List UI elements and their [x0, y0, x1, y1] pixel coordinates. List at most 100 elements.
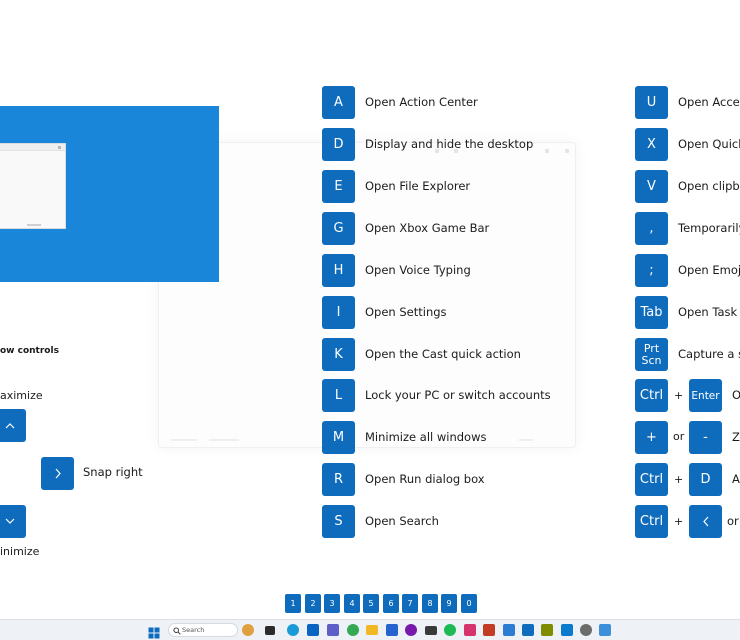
key-enter: Enter — [689, 379, 722, 412]
key-r: R — [322, 463, 355, 496]
plus-operator: + — [674, 473, 684, 486]
key-prtscn-line2: Scn — [641, 353, 662, 367]
close-icon — [58, 146, 61, 149]
key-ctrl: Ctrl — [635, 379, 668, 412]
number-key: 9 — [441, 594, 457, 613]
number-key: 6 — [383, 594, 399, 613]
window-footer-text — [209, 439, 239, 441]
shortcut-label: Open Quick L — [678, 137, 740, 151]
window-footer-text — [171, 439, 197, 441]
paint-icon[interactable] — [483, 624, 495, 636]
key-u: U — [635, 86, 668, 119]
chevron-right-icon — [55, 468, 61, 479]
vscode-icon[interactable] — [561, 624, 573, 636]
taskbar: Search — [0, 619, 740, 640]
number-key: 0 — [461, 594, 477, 613]
shortcut-label: Open Run dialog box — [365, 472, 485, 486]
number-key: 4 — [344, 594, 360, 613]
key-prtscn-line1: Prt — [643, 341, 660, 355]
shortcut-label: Minimize all windows — [365, 430, 487, 444]
shortcut-label: Open Action Center — [365, 95, 478, 109]
number-key: 3 — [324, 594, 340, 613]
cube-icon[interactable] — [541, 624, 553, 636]
left-arrow-key — [689, 505, 722, 538]
search-label: Search — [182, 626, 205, 634]
shortcut-label: Open Search — [365, 514, 439, 528]
settings-icon[interactable] — [580, 624, 592, 636]
window-footer-text — [519, 439, 533, 441]
key-a: A — [322, 86, 355, 119]
shortcut-label: Open Task vi — [678, 305, 740, 319]
key-ctrl: Ctrl — [635, 505, 668, 538]
shortcut-label: Open Access — [678, 95, 740, 109]
dev-icon[interactable] — [522, 624, 534, 636]
key-g: G — [322, 212, 355, 245]
shortcut-label: Open clipboa — [678, 179, 740, 193]
key-d: D — [322, 128, 355, 161]
right-arrow-key — [41, 457, 74, 490]
number-key: 2 — [305, 594, 321, 613]
key-comma: , — [635, 212, 668, 245]
chrome-icon[interactable] — [347, 624, 359, 636]
file-explorer-icon[interactable] — [366, 625, 378, 635]
chevron-left-icon — [703, 516, 709, 527]
number-key: 5 — [363, 594, 379, 613]
shortcut-label: Temporarily p — [678, 221, 740, 235]
shortcut-label: Open the Cast quick action — [365, 347, 521, 361]
spotify-icon[interactable] — [444, 624, 456, 636]
key-semicolon: ; — [635, 254, 668, 287]
number-key: 7 — [402, 594, 418, 613]
key-k: K — [322, 338, 355, 371]
maximize-label: aximize — [0, 389, 43, 402]
window-controls-title: ow controls — [0, 346, 59, 356]
key-l: L — [322, 379, 355, 412]
teams-icon[interactable] — [327, 624, 339, 636]
taskbar-search-box[interactable]: Search — [168, 623, 238, 637]
shortcut-label: Open Emoji p — [678, 263, 740, 277]
store-icon[interactable] — [503, 624, 515, 636]
key-prtscn: Prt Scn — [635, 338, 668, 371]
shortcut-label: or — [727, 514, 739, 528]
number-key: 8 — [422, 594, 438, 613]
shortcut-label: Open File Explorer — [365, 179, 471, 193]
shortcut-label: Zo — [732, 430, 740, 444]
plus-operator: + — [674, 515, 684, 528]
widgets-icon[interactable] — [242, 624, 254, 636]
window-titlebar — [0, 144, 65, 151]
windows-start-icon[interactable] — [148, 624, 160, 639]
window-footer-text — [27, 224, 41, 226]
shortcut-label: O — [732, 388, 740, 402]
minimize-label: inimize — [0, 545, 40, 558]
snap-right-label: Snap right — [83, 465, 143, 479]
key-tab: Tab — [635, 296, 668, 329]
chevron-down-icon — [5, 518, 15, 524]
shortcut-label: Lock your PC or switch accounts — [365, 388, 551, 402]
shortcut-label: Capture a scr — [678, 347, 740, 361]
window-button — [545, 149, 549, 153]
snapped-window-preview — [0, 143, 66, 229]
onenote-icon[interactable] — [405, 624, 417, 636]
calendar-icon[interactable] — [386, 624, 398, 636]
photos-icon[interactable] — [464, 624, 476, 636]
task-view-icon[interactable] — [265, 626, 275, 635]
notepad-icon[interactable] — [599, 624, 611, 636]
chevron-up-icon — [5, 423, 15, 429]
number-key: 1 — [285, 594, 301, 613]
terminal-icon[interactable] — [425, 626, 437, 635]
down-arrow-key — [0, 505, 26, 538]
shortcut-label: Open Settings — [365, 305, 447, 319]
plus-operator: + — [674, 389, 684, 402]
key-h: H — [322, 254, 355, 287]
or-operator: or — [673, 430, 685, 443]
key-x: X — [635, 128, 668, 161]
edge-icon[interactable] — [287, 624, 299, 636]
shortcut-label: Display and hide the desktop — [365, 137, 534, 151]
up-arrow-key — [0, 409, 26, 442]
window-button — [565, 149, 569, 153]
key-plus: + — [635, 421, 668, 454]
shortcut-label: Open Voice Typing — [365, 263, 471, 277]
outlook-icon[interactable] — [307, 624, 319, 636]
key-i: I — [322, 296, 355, 329]
key-s: S — [322, 505, 355, 538]
key-d: D — [689, 463, 722, 496]
